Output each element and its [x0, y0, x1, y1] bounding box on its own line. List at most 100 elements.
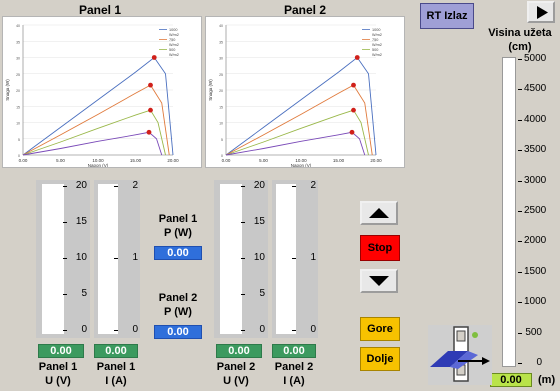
stop-label: Stop	[367, 242, 393, 254]
chart-mpp-point	[148, 82, 153, 88]
chart-x-tick-label: 5.00	[56, 158, 65, 163]
panel1-chart: 0 5 10 15 20 25 30 35 40 0.00 5.00 10.00 15.00 20.00 N…	[2, 16, 202, 168]
gauge-tick	[518, 89, 522, 91]
chart-y-tick-label: 25	[16, 73, 20, 77]
gauge-tick	[518, 271, 522, 273]
panel2-power-chart: 05101520253035400.00 5.00 10.00 15.00 20.00N…	[208, 24, 382, 168]
height-gauge-title-line2: (cm)	[508, 41, 532, 53]
chart-x-axis-label: Napon (V)	[291, 163, 312, 167]
rt-izlaz-button[interactable]: RT Izlaz	[420, 3, 474, 29]
gauge-tick-label: 2	[132, 180, 138, 191]
chart-x-tick-label: 5.00	[259, 158, 268, 163]
chart-y-tick-label: 15	[16, 105, 20, 109]
gore-button[interactable]: Gore	[360, 317, 400, 341]
gauge-tick	[241, 222, 245, 223]
chart-x-tick-label: 0.00	[19, 158, 28, 163]
gauge-tick-label: 15	[75, 216, 87, 227]
gauge-tick-label: 0	[536, 357, 542, 368]
panel1-voltage-track	[42, 184, 64, 334]
down-button[interactable]	[360, 269, 398, 293]
gauge-tick-label: 1500	[524, 265, 547, 277]
run-button[interactable]	[527, 1, 555, 23]
gauge-tick	[518, 241, 522, 243]
panel2-power-value: 0.00	[154, 325, 202, 339]
chart-y-tick-label: 25	[219, 73, 223, 77]
panel2-power-label: Panel 2 P (W)	[148, 291, 208, 319]
gauge-tick-label: 3500	[524, 144, 547, 156]
chart-y-tick-label: 30	[219, 57, 223, 61]
gauge-tick-label: 500	[525, 326, 542, 338]
chart-x-tick-label: 20.00	[167, 158, 179, 163]
panel1-voltage-label: Panel 1 U (V)	[28, 360, 88, 388]
chart-legend-label: 1000	[372, 28, 380, 32]
cable-car-illustration	[428, 325, 492, 385]
panel1-current-label: Panel 1 I (A)	[86, 360, 146, 388]
gauge-tick-label: 10	[75, 252, 87, 263]
gauge-tick	[518, 211, 522, 212]
chart-y-tick-label: 40	[16, 24, 20, 28]
panel2-current-label-line2: I (A)	[283, 375, 305, 387]
gauge-tick	[518, 302, 522, 304]
chart-y-tick-label: 40	[219, 24, 223, 28]
arrow-down-icon	[369, 276, 389, 286]
chart-legend-label: 750	[169, 38, 175, 42]
panel1-current-label-line1: Panel 1	[96, 361, 136, 373]
chart-legend-label: W/m2	[372, 53, 382, 57]
gauge-tick-label: 4000	[524, 113, 547, 125]
chart-legend-label: 500	[372, 48, 378, 52]
gauge-tick	[241, 294, 245, 295]
chart-y-tick-label: 20	[16, 89, 20, 93]
panel2-voltage-label-line1: Panel 2	[216, 361, 256, 373]
chart-mpp-point	[351, 107, 356, 113]
gauge-tick-label: 0	[259, 324, 265, 335]
up-button[interactable]	[360, 201, 398, 225]
gauge-tick	[518, 332, 522, 334]
panel2-voltage-gauge: 20 15 10 5 0	[214, 180, 268, 338]
panel2-current-track	[276, 184, 296, 334]
chart-mpp-point	[354, 55, 360, 60]
gauge-tick	[518, 363, 522, 364]
panel2-title: Panel 2	[283, 3, 327, 17]
height-gauge-title: Visina užeta (cm)	[480, 26, 560, 54]
gauge-tick	[518, 59, 522, 60]
gauge-tick-label: 0	[132, 324, 138, 335]
gauge-tick	[241, 258, 245, 259]
gauge-tick	[241, 330, 245, 331]
gauge-tick-label: 0	[310, 324, 316, 335]
chart-y-tick-label: 30	[16, 57, 20, 61]
panel2-voltage-label: Panel 2 U (V)	[206, 360, 266, 388]
chart-y-tick-label: 15	[219, 105, 223, 109]
gauge-tick	[63, 186, 67, 187]
rt-izlaz-label: RT Izlaz	[426, 10, 468, 22]
panel2-voltage-label-line2: U (V)	[223, 375, 249, 387]
gauge-tick	[292, 330, 296, 331]
gauge-tick-label: 2	[310, 180, 316, 191]
panel2-current-value: 0.00	[272, 344, 316, 358]
panel2-current-gauge: 2 1 0	[272, 180, 318, 338]
chart-y-tick-label: 10	[219, 122, 223, 126]
chart-legend-label: 750	[372, 38, 378, 42]
panel1-voltage-label-line2: U (V)	[45, 375, 71, 387]
dolje-button[interactable]: Dolje	[360, 347, 400, 371]
chart-y-tick-label: 20	[219, 89, 223, 93]
chart-x-tick-label: 20.00	[370, 158, 382, 163]
chart-legend-label: W/m2	[169, 53, 179, 57]
gauge-tick	[241, 186, 245, 187]
height-gauge: 5000 4500 4000 3500 3000 2500 2000 1500 1000 500 0	[498, 53, 556, 370]
chart-series-line	[22, 84, 170, 156]
panel2-current-label: Panel 2 I (A)	[264, 360, 324, 388]
chart-mpp-point	[351, 82, 356, 88]
chart-x-axis-label: Napon (V)	[88, 163, 109, 167]
panel1-current-value: 0.00	[94, 344, 138, 358]
panel1-current-gauge: 2 1 0	[94, 180, 140, 338]
chart-y-axis-label: Snaga (W)	[5, 79, 10, 101]
gauge-tick	[114, 258, 118, 259]
gauge-tick-label: 5	[81, 288, 87, 299]
gauge-tick	[63, 294, 67, 295]
panel1-current-track	[98, 184, 118, 334]
panel1-current-label-line2: I (A)	[105, 375, 127, 387]
gauge-tick	[63, 258, 67, 259]
solar-panel-lift-icon	[428, 325, 492, 385]
gauge-tick-label: 0	[81, 324, 87, 335]
stop-button[interactable]: Stop	[360, 235, 400, 261]
